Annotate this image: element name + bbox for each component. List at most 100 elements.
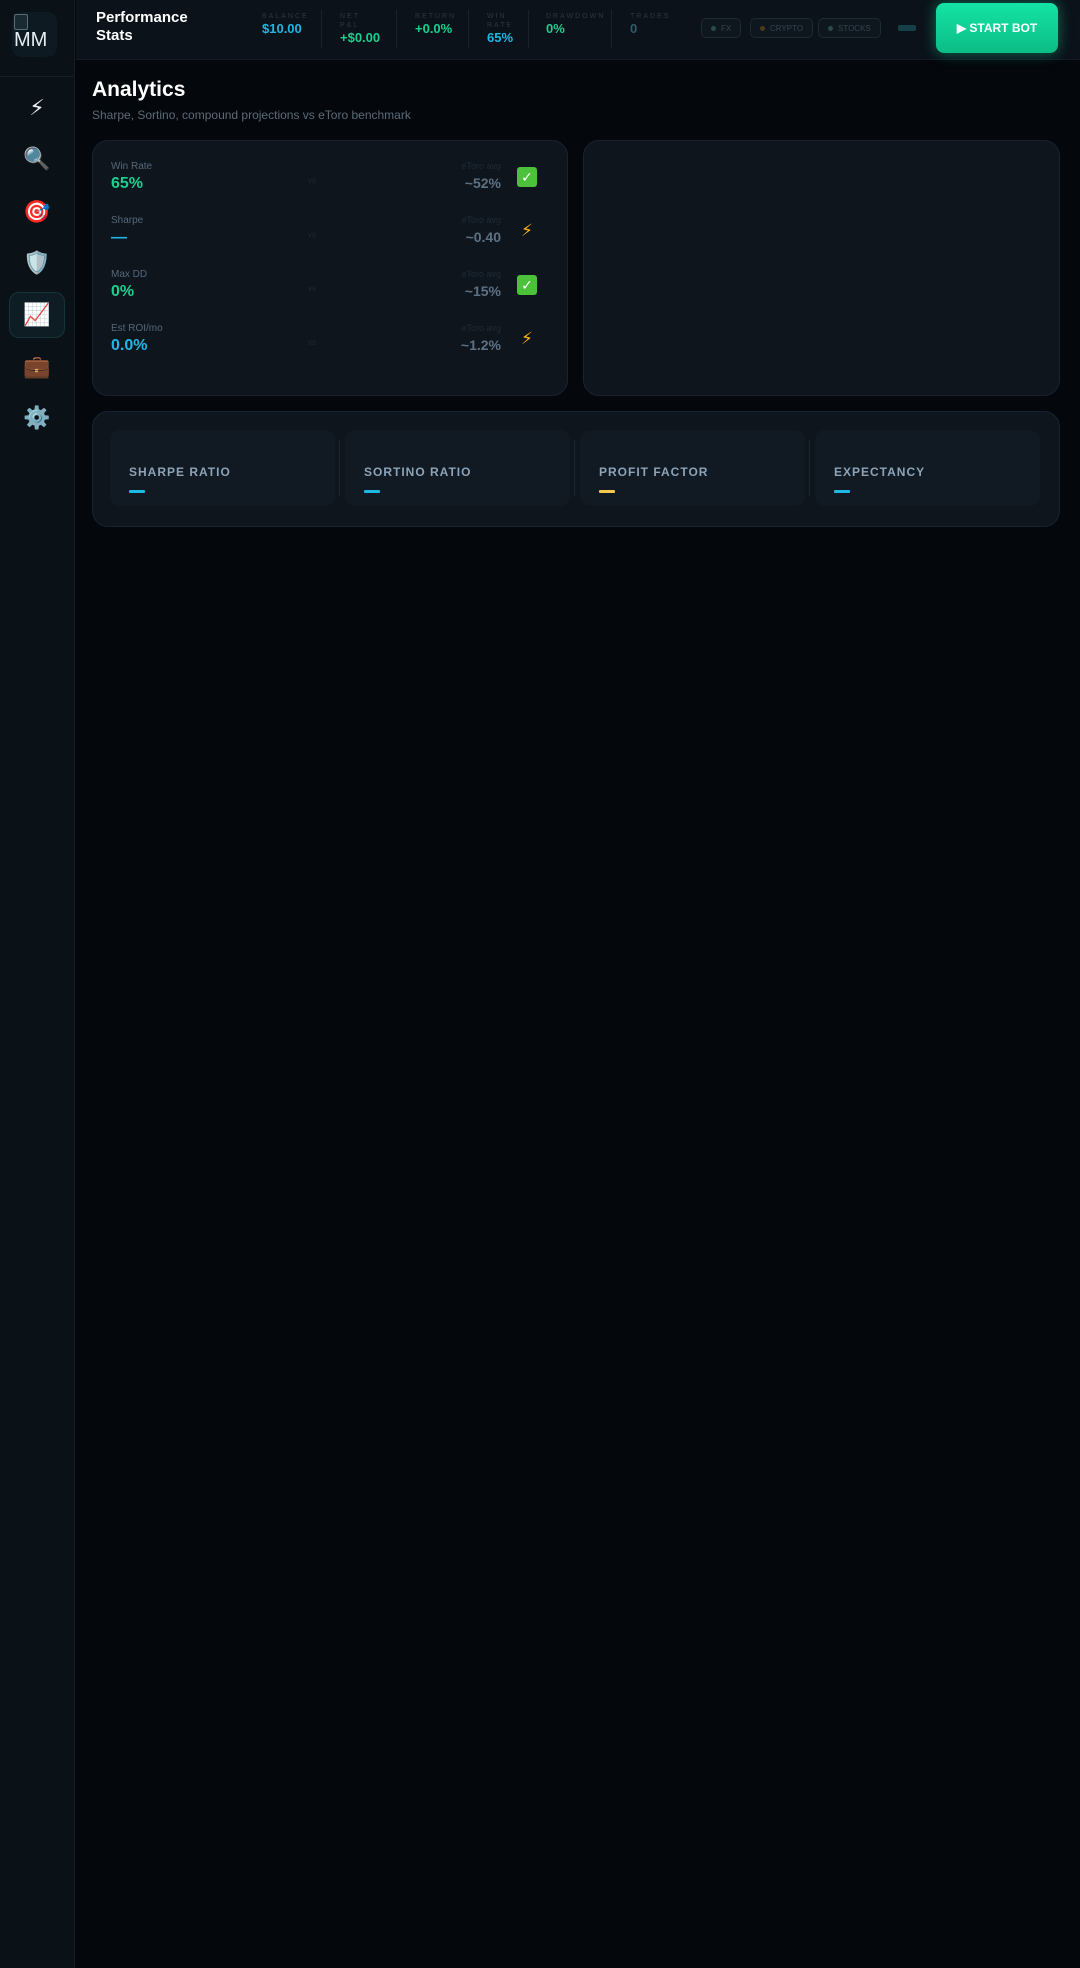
etoro-label: eToro avg bbox=[461, 215, 501, 225]
metric-profit-factor: PROFIT FACTOR bbox=[580, 430, 805, 506]
stat-label: TRADES bbox=[630, 13, 671, 20]
sidebar-item-target[interactable]: 🎯 bbox=[9, 189, 65, 235]
metric-value-placeholder bbox=[599, 490, 615, 493]
metric-label: EXPECTANCY bbox=[834, 465, 926, 479]
vs-label: vs bbox=[308, 284, 316, 293]
our-value: 0.0% bbox=[111, 337, 148, 354]
our-value: 0% bbox=[111, 283, 135, 300]
briefcase-icon: 💼 bbox=[23, 354, 51, 379]
stat-label: WIN RATE bbox=[487, 13, 514, 29]
market-pill-stocks[interactable]: STOCKS bbox=[818, 18, 881, 38]
metric-name: Sharpe bbox=[111, 215, 144, 226]
metric-value-placeholder bbox=[364, 490, 380, 493]
metrics-card: SHARPE RATIO SORTINO RATIO PROFIT FACTOR… bbox=[92, 411, 1060, 527]
stat-value: 0 bbox=[630, 21, 638, 36]
stat-label: BALANCE bbox=[262, 13, 309, 20]
stat-trades: TRADES 0 bbox=[630, 12, 670, 37]
etoro-label: eToro avg bbox=[461, 269, 501, 279]
page-title: Analytics bbox=[92, 78, 186, 101]
app-root: MM ⚡ 🔍 🎯 🛡️ 📈 💼 ⚙️ Performance Stats BAL… bbox=[0, 0, 1080, 1968]
check-icon: ✓ bbox=[517, 275, 537, 295]
gear-icon: ⚙️ bbox=[23, 405, 51, 430]
sidebar-item-settings[interactable]: ⚙️ bbox=[9, 395, 65, 441]
market-pill-fx[interactable]: FX bbox=[701, 18, 742, 38]
vs-label: vs bbox=[308, 338, 316, 347]
pill-label: STOCKS bbox=[838, 23, 871, 33]
target-icon: 🎯 bbox=[23, 199, 51, 224]
market-pill-crypto[interactable]: CRYPTO bbox=[750, 18, 814, 38]
sidebar-item-portfolio[interactable]: 💼 bbox=[9, 344, 65, 390]
benchmark-card: Win Rate 65% vs eToro avg ~52% ✓ Sharpe … bbox=[92, 140, 568, 396]
metric-label: PROFIT FACTOR bbox=[599, 465, 709, 479]
benchmark-row-est-roi: Est ROI/mo 0.0% vs eToro avg ~1.2% ⚡ bbox=[111, 323, 551, 363]
metric-expectancy: EXPECTANCY bbox=[815, 430, 1040, 506]
broken-image-icon bbox=[14, 14, 28, 30]
etoro-value: ~15% bbox=[464, 283, 501, 299]
metric-value-placeholder bbox=[834, 490, 850, 493]
stat-win-rate: WIN RATE 65% bbox=[487, 12, 517, 46]
stat-divider bbox=[321, 10, 322, 48]
etoro-label: eToro avg bbox=[461, 323, 501, 333]
page-subtitle: Sharpe, Sortino, compound projections vs… bbox=[92, 108, 411, 122]
lightning-icon: ⚡ bbox=[521, 221, 533, 240]
sidebar-item-analytics[interactable]: 📈 bbox=[9, 292, 65, 338]
stat-value: +0.0% bbox=[415, 21, 453, 36]
sidebar-item-shield[interactable]: 🛡️ bbox=[9, 240, 65, 286]
metric-name: Est ROI/mo bbox=[111, 323, 163, 334]
stat-value: 0% bbox=[546, 21, 565, 36]
start-bot-button[interactable]: ▶ START BOT bbox=[936, 3, 1058, 53]
metric-label: SHARPE RATIO bbox=[129, 465, 231, 479]
stat-net-pnl: NET P&L +$0.00 bbox=[340, 12, 381, 46]
benchmark-row-max-dd: Max DD 0% vs eToro avg ~15% ✓ bbox=[111, 269, 551, 309]
sidebar: MM ⚡ 🔍 🎯 🛡️ 📈 💼 ⚙️ bbox=[0, 0, 75, 1968]
status-indicator bbox=[898, 25, 916, 31]
metric-sortino-ratio: SORTINO RATIO bbox=[345, 430, 570, 506]
status-dot-icon bbox=[760, 25, 765, 31]
etoro-value: ~52% bbox=[464, 175, 501, 191]
stat-divider bbox=[528, 10, 529, 48]
check-icon: ✓ bbox=[517, 167, 537, 187]
stat-divider bbox=[396, 10, 397, 48]
logo[interactable]: MM bbox=[12, 12, 57, 57]
stat-label: NET P&L bbox=[340, 13, 360, 29]
lightning-icon: ⚡ bbox=[29, 95, 45, 120]
sidebar-divider bbox=[0, 76, 75, 77]
benchmark-row-win-rate: Win Rate 65% vs eToro avg ~52% ✓ bbox=[111, 161, 551, 201]
stat-drawdown: DRAWDOWN 0% bbox=[546, 12, 605, 37]
stat-value: $10.00 bbox=[262, 21, 302, 36]
status-dot-icon bbox=[711, 25, 716, 31]
etoro-value: ~1.2% bbox=[460, 337, 501, 353]
logo-alt-text: MM bbox=[14, 29, 48, 51]
metric-divider bbox=[809, 440, 810, 496]
benchmark-row-sharpe: Sharpe — vs eToro avg ~0.40 ⚡ bbox=[111, 215, 551, 255]
top-header: Performance Stats BALANCE $10.00 NET P&L… bbox=[76, 0, 1080, 60]
vs-label: vs bbox=[308, 230, 316, 239]
header-title: Performance Stats bbox=[96, 9, 188, 44]
chart-icon: 📈 bbox=[23, 302, 51, 327]
stat-value: +$0.00 bbox=[340, 30, 381, 45]
stat-value: 65% bbox=[487, 30, 514, 45]
metric-label: SORTINO RATIO bbox=[364, 465, 472, 479]
search-icon: 🔍 bbox=[23, 146, 51, 171]
status-dot-icon bbox=[828, 25, 833, 31]
stat-balance: BALANCE $10.00 bbox=[262, 12, 309, 37]
metric-divider bbox=[339, 440, 340, 496]
sidebar-item-search[interactable]: 🔍 bbox=[9, 136, 65, 182]
etoro-label: eToro avg bbox=[461, 161, 501, 171]
shield-icon: 🛡️ bbox=[23, 250, 51, 275]
etoro-value: ~0.40 bbox=[465, 229, 501, 245]
vs-label: vs bbox=[308, 176, 316, 185]
sidebar-item-lightning[interactable]: ⚡ bbox=[9, 85, 65, 131]
stat-label: RETURN bbox=[415, 13, 457, 20]
metric-name: Win Rate bbox=[111, 161, 153, 172]
our-value: — bbox=[111, 229, 127, 246]
projection-chart-card bbox=[583, 140, 1060, 396]
pill-label: CRYPTO bbox=[770, 23, 804, 33]
metric-divider bbox=[574, 440, 575, 496]
stat-divider bbox=[468, 10, 469, 48]
stat-label: DRAWDOWN bbox=[546, 13, 606, 20]
metric-value-placeholder bbox=[129, 490, 145, 493]
our-value: 65% bbox=[111, 175, 144, 192]
lightning-icon: ⚡ bbox=[521, 329, 533, 348]
metric-sharpe-ratio: SHARPE RATIO bbox=[110, 430, 335, 506]
